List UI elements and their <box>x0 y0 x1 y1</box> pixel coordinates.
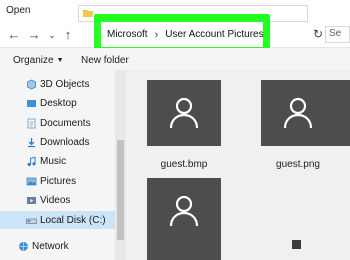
user-icon <box>169 97 199 129</box>
desktop-folder-icon <box>27 99 36 107</box>
file-name-guest-bmp[interactable]: guest.bmp <box>139 159 229 170</box>
sidebar-item-label: Network <box>32 240 69 252</box>
sidebar-scrollbar-thumb[interactable] <box>117 140 124 240</box>
download-icon <box>28 137 35 147</box>
network-icon <box>19 241 28 251</box>
sidebar-item-3d-objects[interactable]: 3D Objects <box>26 75 116 93</box>
recent-dropdown-icon[interactable]: ⌄ <box>44 26 60 44</box>
music-icon <box>27 156 36 166</box>
organize-label: Organize <box>13 55 54 66</box>
file-thumbnail-guest-bmp[interactable] <box>147 80 221 146</box>
sidebar-item-label: Videos <box>40 194 71 206</box>
breadcrumb[interactable]: Microsoft › User Account Pictures <box>101 22 264 47</box>
sidebar-item-label: Pictures <box>40 175 77 187</box>
user-icon <box>283 97 313 129</box>
forward-arrow-icon[interactable]: → <box>26 26 42 44</box>
file-thumbnail-guest-png[interactable] <box>261 80 350 146</box>
sidebar-item-documents[interactable]: Documents <box>26 114 116 132</box>
sidebar-item-label: Local Disk (C:) <box>40 214 106 226</box>
breadcrumb-item-microsoft[interactable]: Microsoft <box>107 29 148 40</box>
sidebar-item-videos[interactable]: Videos <box>26 191 116 209</box>
up-arrow-icon[interactable]: ↑ <box>60 26 76 44</box>
back-arrow-icon[interactable]: ← <box>6 26 22 44</box>
file-name-guest-png[interactable]: guest.png <box>253 159 343 170</box>
sidebar-item-desktop[interactable]: Desktop <box>26 94 116 112</box>
cube-icon <box>27 79 36 89</box>
sidebar-item-downloads[interactable]: Downloads <box>26 133 116 151</box>
sidebar-item-label: Downloads <box>40 136 90 148</box>
window-title: Open <box>6 5 31 16</box>
sidebar-item-pictures[interactable]: Pictures <box>26 172 116 190</box>
sidebar-item-label: Desktop <box>40 97 77 109</box>
refresh-icon[interactable]: ↻ <box>313 27 323 41</box>
drive-icon <box>26 218 37 224</box>
caret-down-icon: ▼ <box>56 57 64 64</box>
sidebar-item-music[interactable]: Music <box>26 152 116 170</box>
breadcrumb-item-user-account-pictures[interactable]: User Account Pictures <box>165 29 263 40</box>
pictures-icon <box>26 177 37 185</box>
search-input[interactable]: Se <box>329 28 341 39</box>
sidebar-item-local-disk[interactable]: Local Disk (C:) <box>0 211 115 229</box>
videos-icon <box>27 196 36 204</box>
command-bar: Organize ▼ New folder <box>0 48 350 70</box>
small-user-icon <box>292 240 301 249</box>
sidebar-item-label: Documents <box>40 117 91 129</box>
new-folder-button[interactable]: New folder <box>81 55 129 66</box>
folder-icon <box>83 10 93 17</box>
chevron-right-icon: › <box>154 28 159 41</box>
user-icon <box>169 195 199 227</box>
sidebar-item-label: Music <box>40 155 67 167</box>
documents-icon <box>27 118 36 128</box>
organize-button[interactable]: Organize ▼ <box>13 55 64 66</box>
sidebar-item-label: 3D Objects <box>40 78 90 90</box>
file-thumbnail-guest[interactable] <box>147 178 221 260</box>
sidebar-item-network[interactable]: Network <box>18 237 108 255</box>
